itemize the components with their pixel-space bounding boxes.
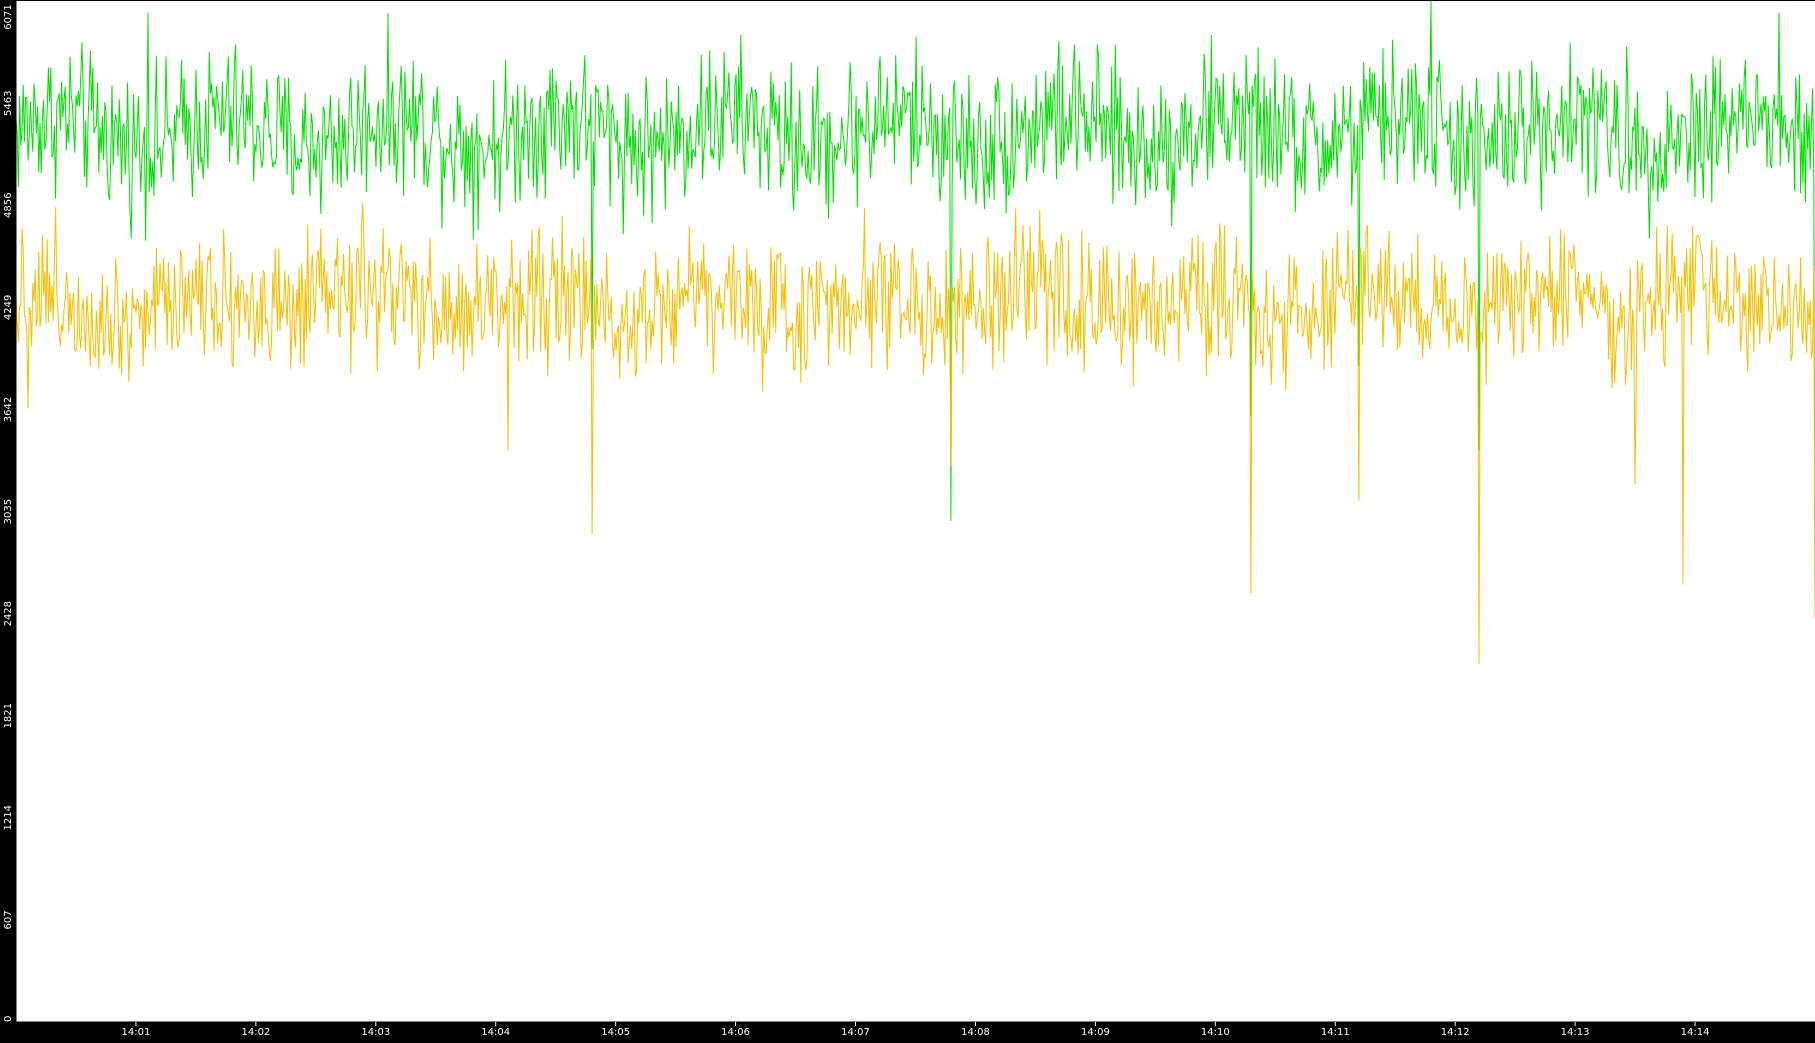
x-axis: 14:01 14:02 14:03 14:04 14:05 14:06 14:07 14:08…	[16, 1021, 1815, 1038]
x-tick-label: 14:01	[121, 1027, 150, 1038]
y-tick-label: 1821	[3, 703, 14, 728]
y-tick-label: 4249	[3, 295, 14, 320]
x-tick-label: 14:07	[841, 1027, 870, 1038]
x-tick-label: 14:13	[1561, 1027, 1590, 1038]
x-tick-label: 14:04	[481, 1027, 510, 1038]
y-tick-label: 1214	[3, 805, 14, 830]
line-chart: 0 607 1214 1821 2428 3035 3642 4249 4856 5463 6071…	[0, 0, 1815, 1039]
x-tick-label: 14:10	[1201, 1027, 1230, 1038]
x-tick-label: 14:08	[961, 1027, 990, 1038]
chart-svg: 0 607 1214 1821 2428 3035 3642 4249 4856 5463 6071…	[3, 0, 1815, 1038]
x-tick-label: 14:11	[1321, 1027, 1350, 1038]
x-tick-label: 14:02	[241, 1027, 270, 1038]
y-tick-label: 2428	[3, 601, 14, 626]
y-tick-label: 4856	[3, 193, 14, 218]
x-tick-label: 14:14	[1681, 1027, 1710, 1038]
plot-background	[16, 1, 1815, 1022]
x-tick-label: 14:09	[1081, 1027, 1110, 1038]
x-tick-label: 14:03	[361, 1027, 390, 1038]
y-tick-label: 6071	[3, 4, 14, 29]
y-tick-label: 0	[3, 1016, 14, 1022]
y-tick-label: 607	[3, 910, 14, 929]
y-tick-label: 3035	[3, 499, 14, 524]
y-tick-label: 5463	[3, 91, 14, 116]
y-tick-label: 3642	[3, 397, 14, 422]
x-tick-label: 14:05	[601, 1027, 630, 1038]
x-tick-label: 14:12	[1441, 1027, 1470, 1038]
x-tick-label: 14:06	[721, 1027, 750, 1038]
y-axis: 0 607 1214 1821 2428 3035 3642 4249 4856 5463 6071	[3, 1, 17, 1022]
